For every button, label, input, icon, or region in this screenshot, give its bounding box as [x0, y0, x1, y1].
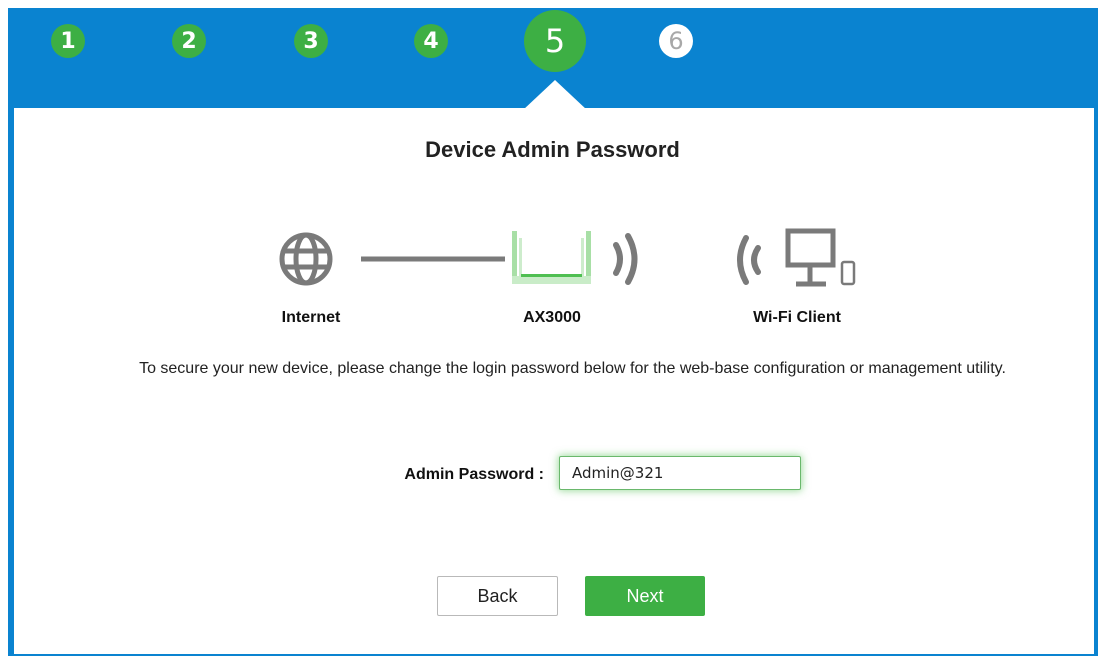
instruction-text: To secure your new device, please change… [139, 360, 1006, 377]
admin-password-label: Admin Password : [404, 466, 544, 483]
router-icon [512, 231, 591, 284]
device-label: AX3000 [523, 309, 581, 326]
internet-label: Internet [281, 309, 341, 326]
client-wifi-signal-icon [737, 235, 761, 285]
wifi-signal-icon [613, 233, 638, 285]
network-diagram [279, 228, 856, 287]
computer-icon [785, 228, 836, 287]
back-button[interactable]: Back [437, 576, 558, 616]
globe-icon [279, 232, 333, 286]
admin-password-input[interactable]: Admin@321 [559, 456, 801, 490]
admin-password-value: Admin@321 [572, 464, 664, 482]
wifi-client-label: Wi-Fi Client [753, 309, 841, 326]
wizard-frame: 1 2 3 4 5 6 Device Admin Password Intern… [0, 0, 1105, 657]
next-button[interactable]: Next [585, 576, 705, 616]
phone-icon [840, 260, 856, 286]
